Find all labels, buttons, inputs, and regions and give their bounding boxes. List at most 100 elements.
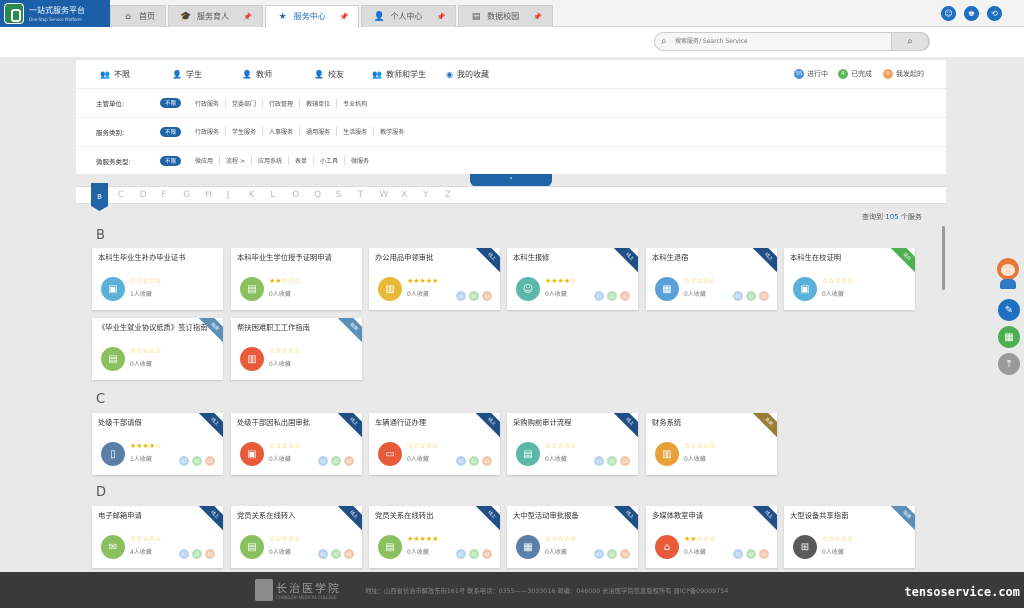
filter-option[interactable]: 通用服务 <box>299 127 336 136</box>
channel-badge: 01 <box>318 456 328 466</box>
tab-0[interactable]: ⌂ 首页 <box>110 5 166 27</box>
scrollbar[interactable] <box>942 226 945 290</box>
channel-badge: 03 <box>205 456 215 466</box>
service-card[interactable]: 财务系统 ▥ ☆☆☆☆☆ 0人收藏 系统 <box>646 413 777 475</box>
letter-y[interactable]: Y <box>423 190 429 200</box>
channel-badge: 02 <box>746 549 756 559</box>
filter-option[interactable]: 生活服务 <box>336 127 373 136</box>
service-card[interactable]: 大型设备共享指南 ⊞ ☆☆☆☆☆ 0人收藏 指南 <box>784 506 915 568</box>
service-card[interactable]: 本科生毕业生补办毕业证书 ▣ ☆☆☆☆☆ 1人收藏 <box>92 248 223 310</box>
audience-tab-label: 学生 <box>185 70 202 79</box>
service-card[interactable]: 本科生退宿 ▦ ☆☆☆☆☆ 0人收藏 线上 01 02 03 <box>646 248 777 310</box>
service-card[interactable]: 大中型活动审批报备 ▦ ☆☆☆☆☆ 0人收藏 线上 01 02 03 <box>507 506 638 568</box>
filter-all-chip[interactable]: 不限 <box>160 155 182 166</box>
search-row: ⌕ ⌕ <box>0 27 1024 57</box>
gift-icon: ▥ <box>240 347 264 371</box>
audience-tab-2[interactable]: 👤 教师 <box>242 69 272 80</box>
filter-all-chip[interactable]: 不限 <box>160 98 182 108</box>
apps-icon[interactable]: ▦ <box>998 326 1020 348</box>
agreement-icon: ▤ <box>101 347 125 371</box>
tab-4[interactable]: ▤ 数据校园 📌 <box>458 5 553 27</box>
status-0[interactable]: 55 进行中 <box>794 69 828 79</box>
profile-icon[interactable]: ☺ <box>941 6 956 21</box>
service-card[interactable]: 办公用品申领审批 ▥ ★★★★★ 0人收藏 线上 01 02 03 <box>369 248 500 310</box>
service-card[interactable]: 本科毕业生学位授予证明申请 ▤ ★★☆☆☆ 0人收藏 <box>231 248 362 310</box>
audience-tab-3[interactable]: 👤 校友 <box>314 69 344 80</box>
filter-option[interactable]: 行政服务 <box>189 127 225 136</box>
filter-option[interactable]: 微应用 <box>189 156 219 165</box>
letter-t[interactable]: T <box>358 190 364 200</box>
service-card[interactable]: 党员关系在线转出 ▤ ★★★★★ 0人收藏 线上 01 02 03 <box>369 506 500 568</box>
service-card[interactable]: 帮扶困难职工工作指南 ▥ ☆☆☆☆☆ 0人收藏 指南 <box>231 318 362 380</box>
audience-tab-0[interactable]: 👥 不限 <box>100 69 130 80</box>
filter-option[interactable]: 教学服务 <box>373 127 410 136</box>
search-button[interactable]: ⌕ <box>891 32 929 51</box>
audience-tab-4[interactable]: 👥 教师和学生 <box>372 69 426 80</box>
filter-option[interactable]: 表单 <box>287 156 313 165</box>
folder-icon: ▥ <box>378 277 402 301</box>
channel-badges: 01 02 03 <box>733 549 769 559</box>
pin-icon[interactable]: 📌 <box>340 13 349 21</box>
status-2[interactable]: 0 我发起的 <box>883 69 924 79</box>
channel-badges: 01 02 03 <box>456 291 492 301</box>
letter-w[interactable]: W <box>379 190 388 200</box>
tab-1[interactable]: 🎓 服务育人 📌 <box>168 5 263 27</box>
letter-h[interactable]: H <box>205 190 212 200</box>
letter-s[interactable]: S <box>336 190 342 200</box>
service-card[interactable]: 处级干部请假 ▯ ★★★★☆ 1人收藏 线上 01 02 03 <box>92 413 223 475</box>
section-letter: D <box>96 485 107 500</box>
filter-option[interactable]: 应用系统 <box>250 156 288 165</box>
pin-icon[interactable]: 📌 <box>243 13 252 21</box>
back-to-top-icon[interactable]: ⤒ <box>998 353 1020 375</box>
filter-all-chip[interactable]: 不限 <box>160 126 182 137</box>
app-logo[interactable]: 一站式服务平台 One-Stop Service Platform <box>0 0 110 27</box>
service-card[interactable]: 本科生报修 ☺ ★★★★☆ 0人收藏 线上 01 02 03 <box>507 248 638 310</box>
filter-option[interactable]: 小工具 <box>313 156 344 165</box>
tab-3[interactable]: 👤 个人中心 📌 <box>361 5 457 27</box>
service-card[interactable]: 采购购前审计流程 ▤ ☆☆☆☆☆ 0人收藏 线上 01 02 03 <box>507 413 638 475</box>
skin-icon[interactable]: ♚ <box>964 6 979 21</box>
letter-l[interactable]: L <box>270 190 275 200</box>
filter-option[interactable]: 人事服务 <box>262 127 299 136</box>
filter-option[interactable]: 学生服务 <box>225 127 262 136</box>
letter-g[interactable]: G <box>183 190 190 200</box>
filter-option[interactable]: 微服务 <box>344 156 375 165</box>
service-card[interactable]: 《毕业生就业协议纸质》签订指南 ▤ ☆☆☆☆☆ 0人收藏 指南 <box>92 318 223 380</box>
filter-option[interactable]: 流程 > <box>219 156 251 165</box>
audience-tab-1[interactable]: 👤 学生 <box>172 69 202 80</box>
audience-tab-label: 教师和学生 <box>385 70 426 79</box>
letter-q[interactable]: Q <box>314 190 321 200</box>
filter-option[interactable]: 行政服务 <box>189 99 225 108</box>
service-card[interactable]: 党员关系在线转入 ▤ ☆☆☆☆☆ 0人收藏 线上 01 02 03 <box>231 506 362 568</box>
letter-b[interactable]: B <box>91 183 108 211</box>
edit-icon[interactable]: ✎ <box>998 299 1020 321</box>
service-card[interactable]: 多媒体教室申请 ⌂ ★★☆☆☆ 0人收藏 线上 01 02 03 <box>646 506 777 568</box>
pin-icon[interactable]: 📌 <box>533 13 542 21</box>
service-card[interactable]: 电子邮箱申请 ✉ ☆☆☆☆☆ 4人收藏 线上 01 02 03 <box>92 506 223 568</box>
footer: 长治医学院 CHANGZHI MEDICAL COLLEGE 地址：山西省长治市… <box>0 572 1024 608</box>
letter-f[interactable]: F <box>161 190 166 200</box>
letter-z[interactable]: Z <box>445 190 451 200</box>
filter-option[interactable]: 行政管理 <box>262 98 299 108</box>
letter-c[interactable]: C <box>118 190 124 200</box>
service-card[interactable]: 本科生在校证明 ▣ ☆☆☆☆☆ 0人收藏 混合 <box>784 248 915 310</box>
service-card[interactable]: 处级干部因私出国审批 ▣ ☆☆☆☆☆ 0人收藏 线上 01 02 03 <box>231 413 362 475</box>
filter-option[interactable]: 专业机构 <box>336 98 373 108</box>
letter-j[interactable]: J <box>227 190 230 200</box>
audience-tab-5[interactable]: ◉ 我的收藏 <box>446 69 489 80</box>
mascot-assistant-icon[interactable] <box>995 256 1021 290</box>
status-1[interactable]: 4 已完成 <box>838 69 872 79</box>
service-card[interactable]: 车辆通行证办理 ▭ ☆☆☆☆☆ 0人收藏 线上 01 02 03 <box>369 413 500 475</box>
channel-badge: 01 <box>179 456 189 466</box>
filter-option[interactable]: 党委部门 <box>225 98 262 108</box>
search-input[interactable] <box>675 35 875 48</box>
letter-x[interactable]: X <box>401 190 407 200</box>
channel-badge: 01 <box>456 456 466 466</box>
pin-icon[interactable]: 📌 <box>436 13 445 21</box>
tab-2[interactable]: ★ 服务中心 📌 <box>264 5 360 27</box>
logout-icon[interactable]: ⟲ <box>987 6 1002 21</box>
letter-d[interactable]: D <box>140 190 147 200</box>
letter-o[interactable]: O <box>292 190 299 200</box>
letter-k[interactable]: K <box>249 190 255 200</box>
filter-option[interactable]: 教辅单位 <box>299 98 336 108</box>
